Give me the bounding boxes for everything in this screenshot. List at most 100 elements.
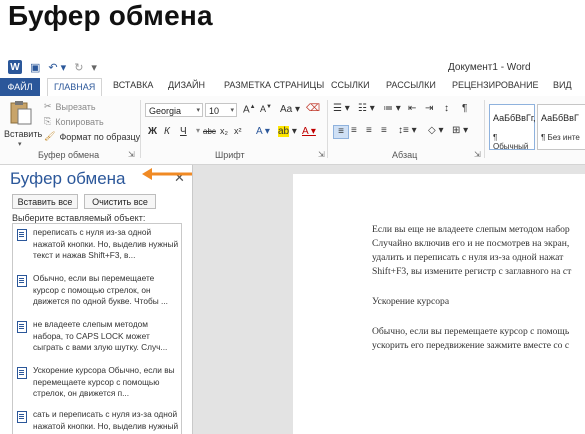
clipboard-item[interactable]: Обычно, если вы перемещаете курсор с пом… <box>13 272 181 318</box>
font-name-select[interactable]: Georgia ▾ <box>145 103 203 117</box>
page-heading: Буфер обмена <box>8 0 213 31</box>
tab-view[interactable]: ВИД <box>553 80 572 90</box>
justify-icon[interactable]: ≡ <box>381 125 387 136</box>
underline-button[interactable]: Ч <box>180 126 187 137</box>
save-icon[interactable]: ▣ <box>30 61 40 74</box>
clipboard-pane-hint: Выберите вставляемый объект: <box>12 213 146 223</box>
clipboard-items-list: переписать с нуля из-за одной нажатой кн… <box>12 223 182 434</box>
copy-button[interactable]: ⎘ Копировать <box>44 116 104 127</box>
group-divider <box>327 100 328 158</box>
highlight-icon[interactable]: ab ▾ <box>278 126 297 137</box>
document-line: Ускорение курсора <box>372 296 450 307</box>
clipboard-item-text: не владеете слепым методом набора, то CA… <box>33 319 168 353</box>
tab-file[interactable]: ФАЙЛ <box>0 78 40 96</box>
multilevel-list-icon[interactable]: ≔ ▾ <box>383 103 401 114</box>
paste-button[interactable]: Вставить ▾ <box>4 100 42 148</box>
document-line: Shift+F3, вы измените регистр с заглавно… <box>372 266 572 277</box>
font-name-value: Georgia <box>149 106 182 116</box>
customize-qat-icon[interactable]: ▾ <box>91 61 97 74</box>
tab-design[interactable]: ДИЗАЙН <box>168 80 205 90</box>
bullets-icon[interactable]: ☰ ▾ <box>333 103 350 114</box>
copy-icon: ⎘ <box>44 116 52 126</box>
document-icon <box>17 411 27 423</box>
clipboard-item[interactable]: переписать с нуля из-за одной нажатой кн… <box>13 226 181 272</box>
undo-icon[interactable]: ↶ ▾ <box>48 61 66 74</box>
style-no-spacing-name: ¶ Без инте <box>541 133 580 142</box>
clipboard-item[interactable]: не владеете слепым методом набора, то CA… <box>13 318 181 364</box>
change-case-label: Aa <box>280 104 293 115</box>
clipboard-item-text: сать и переписать с нуля из-за одной наж… <box>33 409 179 434</box>
scissors-icon: ✂ <box>44 101 52 111</box>
document-line: ускорить его передвижение зажмите вместе… <box>372 340 570 351</box>
brush-icon: 🖌 <box>44 131 56 141</box>
clear-formatting-icon[interactable]: ⌫ <box>306 103 320 114</box>
document-icon <box>17 321 27 333</box>
text-effects-icon[interactable]: A ▾ <box>256 126 270 137</box>
clipboard-item-text: Ускорение курсора Обычно, если вы переме… <box>33 365 175 399</box>
paragraph-group-label: Абзац <box>392 150 418 160</box>
clipboard-pane-title: Буфер обмена <box>10 169 126 188</box>
font-group-label: Шрифт <box>215 150 245 160</box>
paste-all-button[interactable]: Вставить все <box>12 194 78 209</box>
chevron-down-icon: ▾ <box>18 141 22 148</box>
tab-layout[interactable]: РАЗМЕТКА СТРАНИЦЫ <box>224 80 324 90</box>
style-normal-sample: АаБбВвГг, <box>493 113 536 123</box>
italic-button[interactable]: К <box>164 126 170 137</box>
window-title: Документ1 - Word <box>448 62 531 73</box>
tab-insert[interactable]: ВСТАВКА <box>113 80 153 90</box>
document-icon <box>17 367 27 379</box>
tab-mailings[interactable]: РАССЫЛКИ <box>386 80 436 90</box>
line-spacing-icon[interactable]: ↕≡ ▾ <box>398 125 417 136</box>
align-right-icon[interactable]: ≡ <box>366 125 372 136</box>
format-painter-button[interactable]: 🖌 Формат по образцу <box>44 131 140 142</box>
clipboard-item-text: Обычно, если вы перемещаете курсор с пом… <box>33 273 168 307</box>
numbering-icon[interactable]: ☷ ▾ <box>358 103 375 114</box>
decrease-indent-icon[interactable]: ⇤ <box>408 103 416 114</box>
change-case-button[interactable]: Aa ▾ <box>280 104 300 115</box>
ribbon: Вставить ▾ ✂ Вырезать ⎘ Копировать 🖌 Формат… <box>0 96 585 165</box>
paragraph-dialog-launcher-icon[interactable]: ⇲ <box>474 150 481 159</box>
tab-references[interactable]: ССЫЛКИ <box>331 80 370 90</box>
style-no-spacing[interactable]: АаБбВвГ ¶ Без инте <box>537 104 585 150</box>
grow-font-button[interactable]: A▲ <box>243 104 256 115</box>
tab-review[interactable]: РЕЦЕНЗИРОВАНИЕ <box>452 80 539 90</box>
sort-icon[interactable]: ↕ <box>444 103 449 114</box>
font-size-select[interactable]: 10 ▾ <box>205 103 237 117</box>
style-normal[interactable]: АаБбВвГг, ¶ Обычный <box>489 104 536 151</box>
style-no-spacing-sample: АаБбВвГ <box>541 113 579 123</box>
increase-indent-icon[interactable]: ⇥ <box>425 103 433 114</box>
align-center-icon[interactable]: ≡ <box>351 125 357 136</box>
group-divider <box>140 100 141 158</box>
ribbon-tabs: ФАЙЛ ГЛАВНАЯ ВСТАВКА ДИЗАЙН РАЗМЕТКА СТР… <box>0 78 585 97</box>
borders-icon[interactable]: ⊞ ▾ <box>452 125 468 136</box>
redo-icon[interactable]: ↻ <box>74 61 83 74</box>
superscript-button[interactable]: x² <box>234 126 242 136</box>
chevron-down-icon: ▾ <box>196 107 200 114</box>
clipboard-icon <box>10 101 32 125</box>
title-bar: W ▣ ↶ ▾ ↻ ▾ Документ1 - Word <box>0 58 585 78</box>
chevron-down-icon: ▾ <box>230 107 234 114</box>
grow-font-label: A <box>243 104 250 116</box>
cut-button[interactable]: ✂ Вырезать <box>44 101 96 112</box>
strikethrough-button[interactable]: abc <box>203 127 216 136</box>
tab-home[interactable]: ГЛАВНАЯ <box>47 78 103 97</box>
font-color-icon[interactable]: A ▾ <box>302 126 316 137</box>
shading-icon[interactable]: ◇ ▾ <box>428 125 444 136</box>
quick-access-toolbar: W ▣ ↶ ▾ ↻ ▾ <box>8 60 97 74</box>
clipboard-item[interactable]: Ускорение курсора Обычно, если вы переме… <box>13 364 181 410</box>
clipboard-item-text: переписать с нуля из-за одной нажатой кн… <box>33 227 179 261</box>
subscript-button[interactable]: x₂ <box>220 126 228 136</box>
document-icon <box>17 275 27 287</box>
show-formatting-button[interactable]: ¶ <box>462 103 467 114</box>
font-dialog-launcher-icon[interactable]: ⇲ <box>318 150 325 159</box>
cut-label: Вырезать <box>55 101 96 112</box>
callout-arrow-icon <box>142 168 192 180</box>
shrink-font-button[interactable]: A▼ <box>260 104 272 114</box>
align-left-icon[interactable]: ≡ <box>333 125 349 139</box>
underline-options-icon[interactable]: ▾ <box>196 126 200 135</box>
bold-button[interactable]: Ж <box>148 126 157 137</box>
clipboard-dialog-launcher-icon[interactable]: ⇲ <box>128 150 135 159</box>
clear-all-button[interactable]: Очистить все <box>84 194 156 209</box>
copy-label: Копировать <box>55 116 104 127</box>
clipboard-item[interactable]: сать и переписать с нуля из-за одной наж… <box>13 408 181 434</box>
